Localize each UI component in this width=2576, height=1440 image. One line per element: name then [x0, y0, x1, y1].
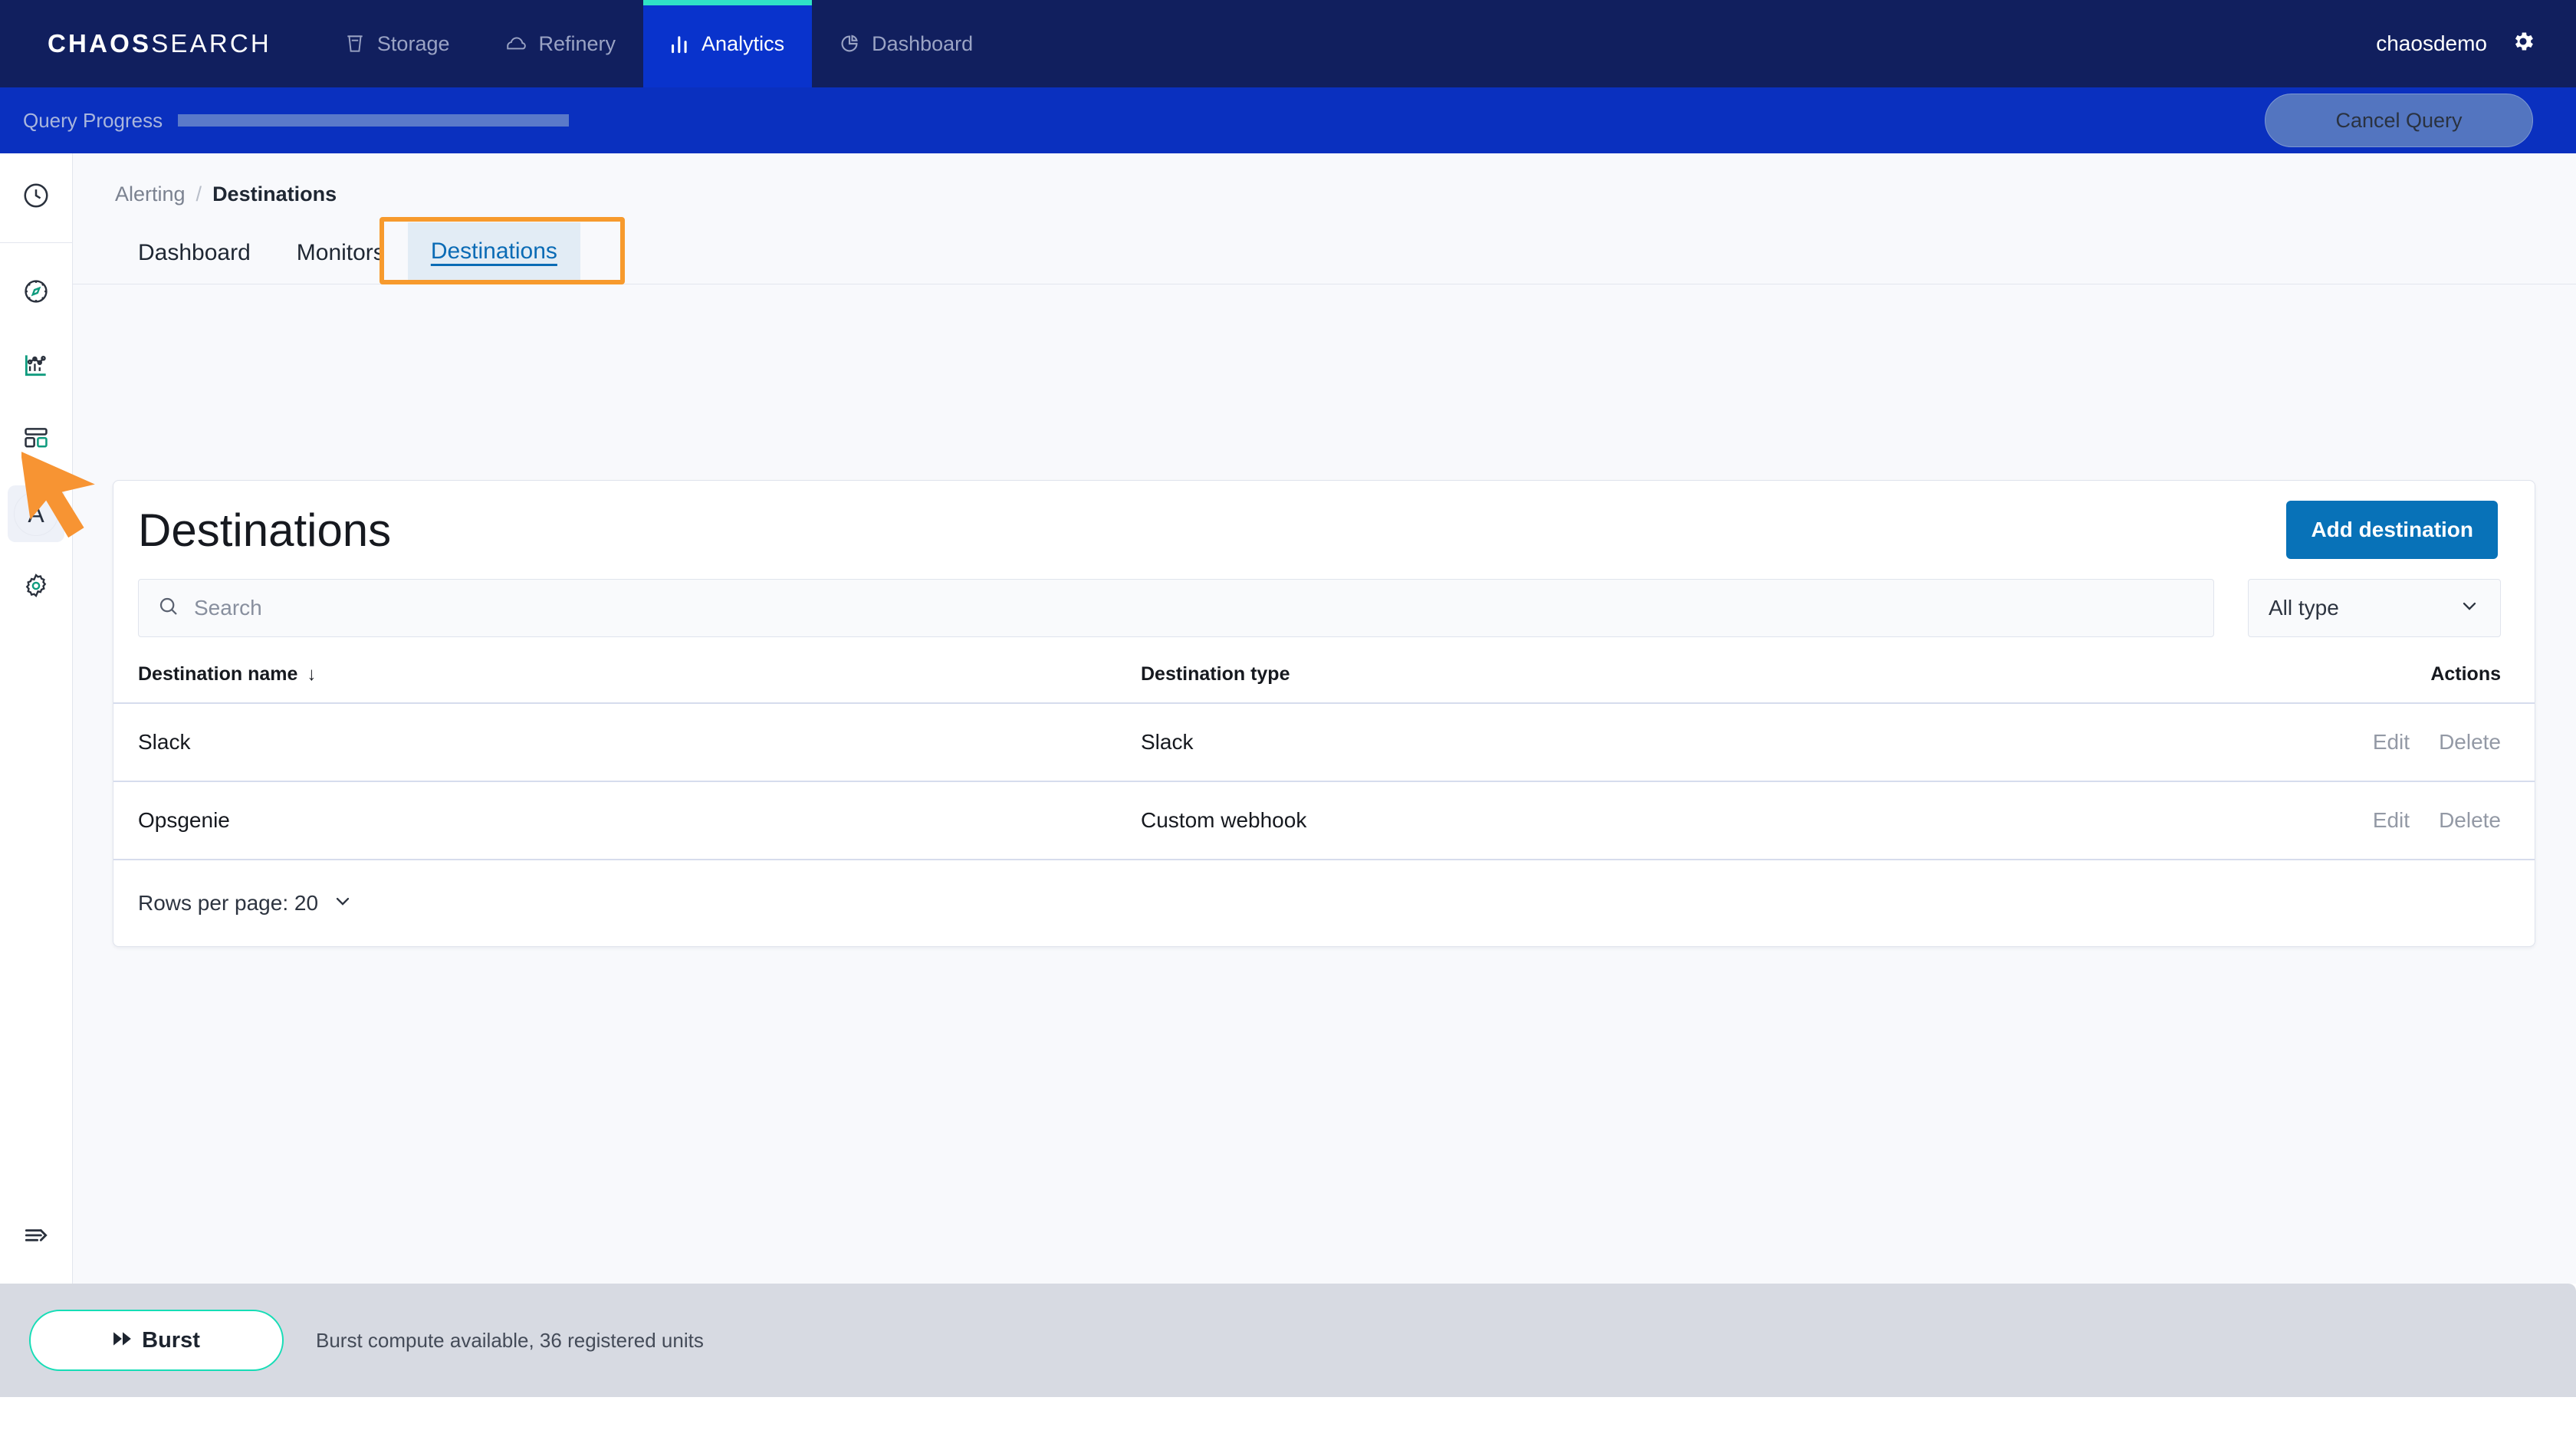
- sidebar-item-dashboard[interactable]: [8, 412, 64, 468]
- delete-link[interactable]: Delete: [2439, 730, 2501, 754]
- query-progress-label: Query Progress: [0, 109, 163, 133]
- sidebar-divider: [0, 242, 73, 243]
- filter-row: All type: [113, 579, 2535, 637]
- search-box[interactable]: [138, 579, 2214, 637]
- analytics-bars-icon: [671, 34, 689, 54]
- nav-item-dashboard[interactable]: Dashboard: [812, 0, 1001, 87]
- column-header-destination-name-label: Destination name: [138, 663, 297, 685]
- burst-button[interactable]: Burst: [29, 1310, 284, 1371]
- column-header-actions: Actions: [2137, 646, 2535, 703]
- username-label: chaosdemo: [2376, 31, 2487, 56]
- search-icon: [157, 595, 180, 622]
- destinations-table: Destination name ↓ Destination type Actio…: [113, 646, 2535, 860]
- breadcrumb-current: Destinations: [212, 182, 337, 206]
- cell-destination-type: Custom webhook: [1141, 781, 2137, 860]
- sidebar-item-discover[interactable]: [8, 265, 64, 321]
- nav-item-storage[interactable]: Storage: [317, 0, 478, 87]
- cell-destination-name: Slack: [113, 703, 1141, 781]
- nav-item-refinery[interactable]: Refinery: [478, 0, 644, 87]
- edit-link[interactable]: Edit: [2373, 730, 2410, 754]
- alerting-letter-a-icon: A: [14, 492, 58, 536]
- query-progress-fill: [178, 114, 569, 127]
- edit-link[interactable]: Edit: [2373, 808, 2410, 832]
- chevron-down-icon: [2459, 595, 2480, 622]
- breadcrumb: Alerting / Destinations: [73, 153, 2576, 206]
- main-content-area: Alerting / Destinations Dashboard Monito…: [73, 153, 2576, 1284]
- visualize-chart-icon: [21, 350, 51, 383]
- cancel-query-label: Cancel Query: [2335, 109, 2462, 133]
- page-title: Destinations: [138, 504, 391, 557]
- sidebar-item-alerting[interactable]: A: [8, 485, 64, 542]
- settings-gear-icon: [21, 571, 51, 604]
- table-row: Opsgenie Custom webhook Edit Delete: [113, 781, 2535, 860]
- sidebar-item-alerting-label: A: [28, 500, 44, 528]
- tab-dashboard-label: Dashboard: [138, 240, 251, 266]
- top-nav-right: chaosdemo: [2376, 0, 2576, 87]
- sidebar-collapse-toggle[interactable]: [8, 1208, 64, 1265]
- bottom-bar: Burst Burst compute available, 36 regist…: [0, 1284, 2576, 1440]
- destination-type-filter[interactable]: All type: [2248, 579, 2501, 637]
- search-input[interactable]: [194, 596, 2195, 620]
- column-header-destination-type[interactable]: Destination type: [1141, 646, 2137, 703]
- sidebar-item-visualize[interactable]: [8, 338, 64, 395]
- table-header: Destination name ↓ Destination type Actio…: [113, 646, 2535, 703]
- breadcrumb-parent[interactable]: Alerting: [115, 182, 186, 206]
- tab-monitors-label: Monitors: [297, 240, 385, 266]
- cell-destination-name: Opsgenie: [113, 781, 1141, 860]
- burst-status-text: Burst compute available, 36 registered u…: [316, 1329, 704, 1353]
- refinery-cloud-icon: [505, 34, 527, 54]
- brand-logo-bold: CHAOS: [48, 29, 151, 58]
- burst-strip: Burst Burst compute available, 36 regist…: [0, 1284, 2576, 1397]
- top-navigation-bar: CHAOSSEARCH Storage Refinery: [0, 0, 2576, 87]
- card-header: Destinations Add destination: [113, 481, 2535, 579]
- breadcrumb-separator: /: [196, 182, 202, 206]
- column-header-actions-label: Actions: [2430, 663, 2501, 685]
- tab-monitors[interactable]: Monitors: [274, 222, 408, 284]
- delete-link[interactable]: Delete: [2439, 808, 2501, 832]
- nav-item-storage-label: Storage: [377, 32, 450, 56]
- table-body: Slack Slack Edit Delete Opsgenie Custom w…: [113, 703, 2535, 860]
- brand-logo[interactable]: CHAOSSEARCH: [0, 0, 317, 87]
- destinations-card: Destinations Add destination All type: [113, 480, 2535, 947]
- tab-destinations[interactable]: Destinations: [408, 222, 580, 284]
- table-row: Slack Slack Edit Delete: [113, 703, 2535, 781]
- cell-actions: Edit Delete: [2137, 703, 2535, 781]
- table-header-row: Destination name ↓ Destination type Actio…: [113, 646, 2535, 703]
- column-header-destination-type-label: Destination type: [1141, 663, 1290, 685]
- expand-sidebar-icon: [21, 1221, 51, 1254]
- history-clock-icon: [21, 181, 51, 214]
- sidebar-item-settings[interactable]: [8, 559, 64, 616]
- cell-destination-type: Slack: [1141, 703, 2137, 781]
- brand-logo-light: SEARCH: [151, 29, 271, 58]
- column-header-destination-name[interactable]: Destination name ↓: [113, 646, 1141, 703]
- nav-item-analytics[interactable]: Analytics: [643, 0, 812, 87]
- top-nav-items: Storage Refinery Analytics: [317, 0, 1001, 87]
- destination-type-filter-value: All type: [2269, 596, 2339, 620]
- tab-destinations-label: Destinations: [431, 238, 557, 265]
- storage-icon: [345, 33, 365, 54]
- left-sidebar: A: [0, 153, 73, 1284]
- query-progress-track: [178, 114, 569, 127]
- cell-actions: Edit Delete: [2137, 781, 2535, 860]
- burst-button-label: Burst: [142, 1328, 200, 1353]
- nav-item-dashboard-label: Dashboard: [872, 32, 973, 56]
- discover-compass-icon: [21, 277, 51, 310]
- nav-item-refinery-label: Refinery: [539, 32, 616, 56]
- sort-descending-icon: ↓: [307, 664, 316, 685]
- tab-dashboard[interactable]: Dashboard: [115, 222, 274, 284]
- nav-item-analytics-label: Analytics: [702, 32, 784, 56]
- rows-per-page-label: Rows per page: 20: [138, 891, 318, 916]
- alerting-tabs: Dashboard Monitors Destinations: [73, 223, 2576, 284]
- query-progress-bar: Query Progress Cancel Query: [0, 87, 2576, 153]
- sidebar-item-history[interactable]: [8, 169, 64, 225]
- dashboard-layout-icon: [21, 424, 51, 457]
- dashboard-pie-icon: [840, 34, 859, 54]
- chevron-down-icon: [332, 890, 353, 917]
- rows-per-page-selector[interactable]: Rows per page: 20: [113, 860, 2535, 946]
- fast-forward-icon: [113, 1328, 133, 1353]
- add-destination-button[interactable]: Add destination: [2286, 501, 2498, 559]
- gear-icon[interactable]: [2510, 28, 2536, 60]
- cancel-query-button[interactable]: Cancel Query: [2265, 94, 2533, 147]
